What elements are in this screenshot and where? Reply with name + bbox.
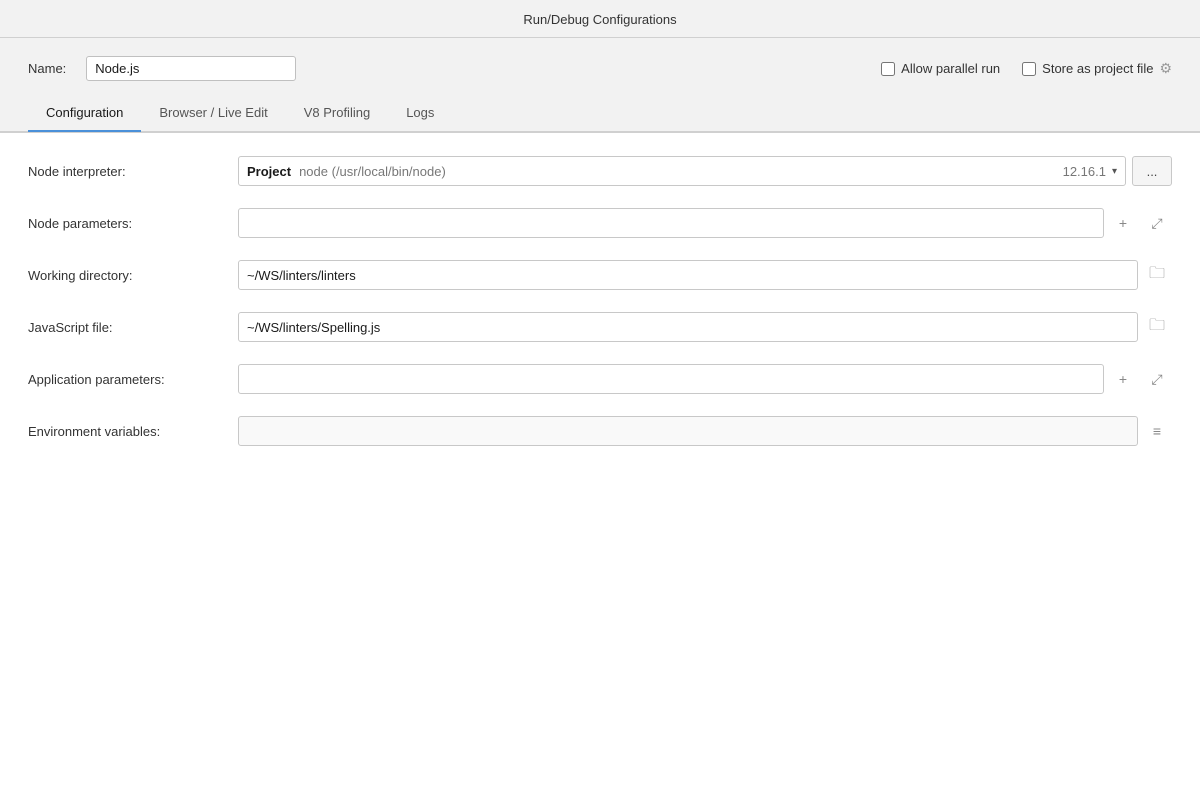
interpreter-left: Project node (/usr/local/bin/node)	[247, 164, 446, 179]
gear-icon[interactable]: ⚙	[1159, 60, 1172, 77]
working-directory-label: Working directory:	[28, 268, 238, 283]
environment-variables-doc-button[interactable]: ≡	[1142, 416, 1172, 446]
working-directory-input[interactable]	[238, 260, 1138, 290]
plus-icon-app: +	[1119, 371, 1127, 387]
expand-icon-app: ⤢	[1151, 371, 1162, 388]
javascript-file-label: JavaScript file:	[28, 320, 238, 335]
application-parameters-row: Application parameters: + ⤢	[28, 361, 1172, 397]
node-interpreter-row: Node interpreter: Project node (/usr/loc…	[28, 153, 1172, 189]
node-parameters-expand-button[interactable]: ⤢	[1142, 208, 1172, 238]
application-parameters-input-area: + ⤢	[238, 364, 1172, 394]
folder-icon-js: 🗀	[1149, 314, 1165, 341]
dialog: Run/Debug Configurations Name: Allow par…	[0, 0, 1200, 800]
node-parameters-input-area: + ⤢	[238, 208, 1172, 238]
javascript-file-input[interactable]	[238, 312, 1138, 342]
node-parameters-label: Node parameters:	[28, 216, 238, 231]
interpreter-more-button[interactable]: ...	[1132, 156, 1172, 186]
folder-icon: 🗀	[1149, 262, 1165, 289]
store-project-checkbox[interactable]	[1022, 62, 1036, 76]
environment-variables-row: Environment variables: ≡	[28, 413, 1172, 449]
environment-variables-input-area: ≡	[238, 416, 1172, 446]
node-parameters-row: Node parameters: + ⤢	[28, 205, 1172, 241]
allow-parallel-checkbox-item: Allow parallel run	[881, 61, 1000, 76]
node-interpreter-input-area: Project node (/usr/local/bin/node) 12.16…	[238, 156, 1172, 186]
interpreter-dropdown[interactable]: Project node (/usr/local/bin/node) 12.16…	[238, 156, 1126, 186]
environment-variables-input[interactable]	[238, 416, 1138, 446]
plus-icon: +	[1119, 215, 1127, 231]
allow-parallel-label: Allow parallel run	[901, 61, 1000, 76]
checkboxes-area: Allow parallel run Store as project file…	[881, 60, 1172, 77]
environment-variables-label: Environment variables:	[28, 424, 238, 439]
application-parameters-plus-button[interactable]: +	[1108, 364, 1138, 394]
expand-icon: ⤢	[1151, 215, 1162, 232]
node-parameters-plus-button[interactable]: +	[1108, 208, 1138, 238]
working-directory-folder-button[interactable]: 🗀	[1142, 260, 1172, 290]
tab-logs[interactable]: Logs	[388, 95, 452, 132]
javascript-file-input-area: 🗀	[238, 312, 1172, 342]
javascript-file-folder-button[interactable]: 🗀	[1142, 312, 1172, 342]
doc-icon: ≡	[1153, 423, 1161, 439]
tab-configuration[interactable]: Configuration	[28, 95, 141, 132]
tab-browser-live-edit[interactable]: Browser / Live Edit	[141, 95, 285, 132]
content-area: Node interpreter: Project node (/usr/loc…	[0, 132, 1200, 800]
interpreter-version: 12.16.1	[1063, 164, 1106, 179]
working-directory-input-area: 🗀	[238, 260, 1172, 290]
working-directory-row: Working directory: 🗀	[28, 257, 1172, 293]
header-section: Name: Allow parallel run Store as projec…	[0, 38, 1200, 95]
name-label: Name:	[28, 61, 66, 76]
tab-v8-profiling[interactable]: V8 Profiling	[286, 95, 388, 132]
title-bar: Run/Debug Configurations	[0, 0, 1200, 38]
store-project-label: Store as project file	[1042, 61, 1153, 76]
tabs-bar: Configuration Browser / Live Edit V8 Pro…	[0, 95, 1200, 132]
dialog-title: Run/Debug Configurations	[523, 12, 676, 27]
javascript-file-row: JavaScript file: 🗀	[28, 309, 1172, 345]
node-interpreter-label: Node interpreter:	[28, 164, 238, 179]
interpreter-path-text: node (/usr/local/bin/node)	[299, 164, 446, 179]
application-parameters-label: Application parameters:	[28, 372, 238, 387]
application-parameters-input[interactable]	[238, 364, 1104, 394]
node-parameters-input[interactable]	[238, 208, 1104, 238]
allow-parallel-checkbox[interactable]	[881, 62, 895, 76]
interpreter-project-text: Project	[247, 164, 291, 179]
application-parameters-expand-button[interactable]: ⤢	[1142, 364, 1172, 394]
name-input[interactable]	[86, 56, 296, 81]
dropdown-arrow-icon: ▾	[1112, 166, 1117, 177]
store-project-checkbox-item: Store as project file ⚙	[1022, 60, 1172, 77]
